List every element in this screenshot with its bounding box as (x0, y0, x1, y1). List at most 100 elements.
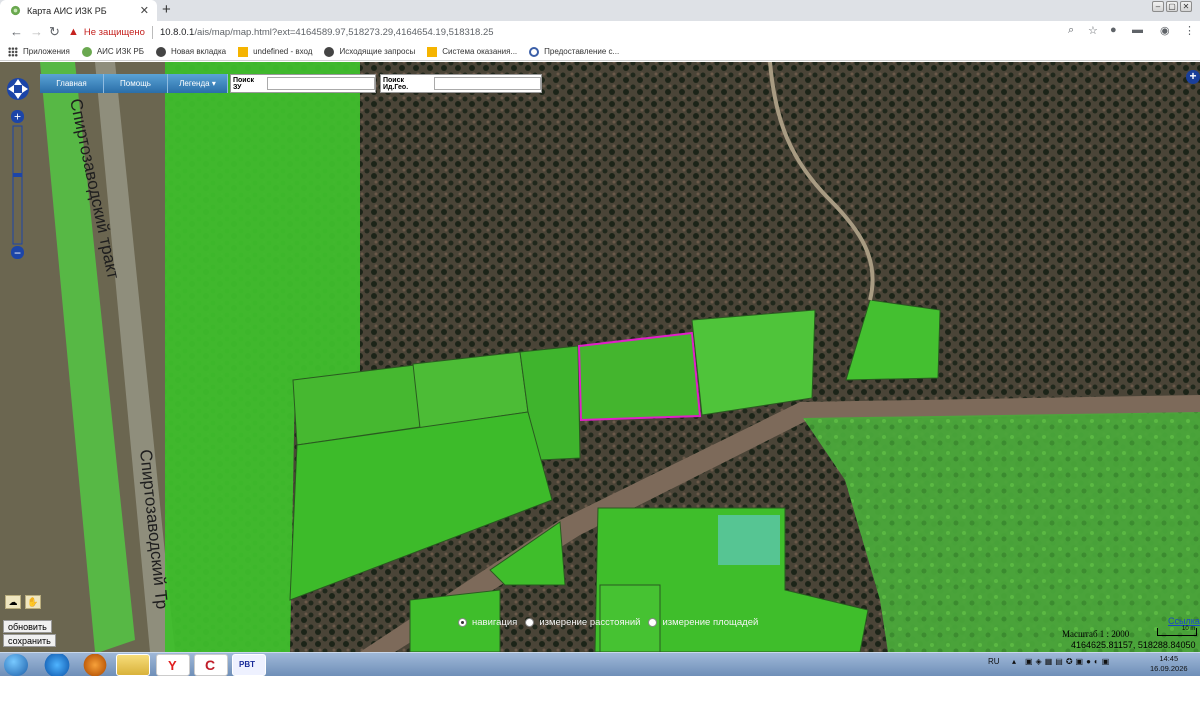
address-separator (151, 25, 153, 39)
bookmark-new-tab[interactable]: Новая вкладка (155, 46, 227, 57)
radio-navigation[interactable] (458, 618, 467, 627)
tab-title: Карта АИС ИЗК РБ (27, 5, 107, 16)
extension-2-icon[interactable]: ▬ (1132, 24, 1143, 36)
close-window-icon[interactable]: ✕ (1180, 1, 1192, 12)
bookmark-label: Исходящие запросы (339, 47, 416, 56)
ie-icon[interactable] (40, 654, 74, 676)
menu-legend-label: Легенда (179, 79, 210, 88)
cloud-tool-icon[interactable]: ☁ (5, 595, 21, 609)
radio-area[interactable] (648, 618, 658, 627)
bookmark-label: Новая вкладка (170, 47, 227, 56)
extension-icon[interactable]: ● (1110, 24, 1117, 36)
search-geo-input[interactable] (433, 77, 541, 90)
menu-dots-icon[interactable]: ⋮ (1184, 24, 1195, 37)
pond (718, 515, 780, 565)
hand-tool-icon[interactable]: ✋ (25, 595, 41, 609)
globe-icon (155, 46, 166, 57)
clock-time: 14:45 (1159, 654, 1179, 663)
insecure-label: Не защищено (83, 26, 145, 38)
c-app-icon[interactable]: C (194, 654, 228, 676)
bookmark-label: Предоставление с... (544, 47, 620, 56)
map-menu: Главная Помощь Легенда ▾ (40, 74, 228, 94)
menu-home[interactable]: Главная (40, 74, 104, 93)
search-zu-label: Поиск ЗУ (233, 76, 255, 91)
bookmark-outgoing[interactable]: Исходящие запросы (324, 46, 416, 57)
profile-icon[interactable]: ◉ (1160, 24, 1170, 37)
pan-zoom-control[interactable]: + − (5, 76, 31, 266)
clock-date: 16.09.2026 (1150, 664, 1188, 673)
mode-area-label: измерение площадей (662, 617, 759, 628)
mode-distance[interactable]: измерение расстояний (525, 617, 640, 628)
menu-help[interactable]: Помощь (104, 74, 168, 93)
language-indicator[interactable]: RU (988, 657, 1000, 666)
blank-area (0, 676, 1200, 702)
bookmark-apps[interactable]: Приложения (8, 46, 70, 57)
taskbar: Y C PBT RU ▴ ▣◈▦▤✪▣●◐▣ 14:45 16.09.2026 (0, 652, 1200, 676)
dropdown-arrow-icon: ▾ (211, 79, 216, 88)
tab-strip: Карта АИС ИЗК РБ ✕ + ‒ ▢ ✕ (0, 0, 1200, 21)
bookmark-label: undefined - вход (253, 47, 313, 56)
bookmark-label: Приложения (23, 47, 70, 56)
url-host: 10.8.0.1 (159, 26, 195, 38)
parcel[interactable] (691, 309, 816, 416)
scale-bar: 10 m (1157, 626, 1197, 636)
mode-navigation-label: навигация (472, 617, 518, 628)
zoom-slider-handle[interactable] (13, 173, 22, 177)
search-zu-input[interactable] (267, 77, 375, 90)
url-path: /ais/map/map.html?ext=4164589.97,518273.… (194, 26, 494, 38)
selected-parcel[interactable] (577, 331, 702, 422)
bookmark-label: АИС ИЗК РБ (96, 47, 144, 56)
measure-modes: навигация измерение расстояний измерение… (458, 617, 758, 628)
mode-distance-label: измерение расстояний (539, 617, 641, 628)
forward-arrow-icon[interactable]: → (30, 24, 43, 39)
expand-panel-icon[interactable]: + (1186, 70, 1200, 84)
apps-icon (8, 46, 18, 57)
folder-icon (238, 46, 249, 57)
zoom-icon[interactable]: ⌕ (1068, 24, 1074, 37)
gear-globe-icon (529, 46, 540, 57)
reload-icon[interactable]: ↻ (49, 24, 60, 40)
close-tab-icon[interactable]: ✕ (140, 4, 149, 17)
explorer-icon[interactable] (116, 654, 150, 676)
browser-toolbar: ← → ↻ ▲ Не защищено 10.8.0.1/ais/map/map… (0, 21, 1200, 43)
rbc-icon[interactable]: PBT (232, 654, 266, 676)
media-player-icon[interactable] (78, 654, 112, 676)
tray-arrow-icon[interactable]: ▴ (1012, 657, 1016, 666)
mode-area[interactable]: измерение площадей (648, 617, 758, 628)
new-tab-button[interactable]: + (162, 1, 171, 18)
save-button[interactable]: сохранить (3, 634, 56, 647)
search-geo: Поиск Ид.Гео. (380, 74, 542, 93)
link[interactable]: Ссылка (1168, 616, 1200, 626)
star-icon[interactable]: ☆ (1088, 24, 1098, 37)
svg-text:+: + (14, 110, 21, 124)
scale-bar-label: 10 m (1182, 626, 1196, 632)
bookmark-login[interactable]: undefined - вход (238, 46, 313, 57)
coordinates: 4164625.81157, 518288.84050 (1071, 640, 1196, 650)
clock[interactable]: 14:45 16.09.2026 (1150, 654, 1188, 674)
bookmark-system[interactable]: Система оказания... (427, 46, 518, 57)
bookmark-provision[interactable]: Предоставление с... (529, 46, 620, 57)
yandex-icon[interactable]: Y (156, 654, 190, 676)
svg-text:−: − (14, 246, 21, 260)
screen: Карта АИС ИЗК РБ ✕ + ‒ ▢ ✕ ← → ↻ ▲ Не за… (0, 0, 1200, 702)
maximize-icon[interactable]: ▢ (1166, 1, 1178, 12)
refresh-button[interactable]: обновить (3, 620, 52, 633)
search-zu: Поиск ЗУ (230, 74, 376, 93)
leaf-icon (10, 5, 21, 16)
map-tools: ☁ ✋ (5, 595, 41, 609)
address-bar[interactable]: ▲ Не защищено 10.8.0.1/ais/map/map.html?… (68, 23, 1108, 41)
bookmark-ais[interactable]: АИС ИЗК РБ (81, 46, 144, 57)
tray-icons[interactable]: ▣◈▦▤✪▣●◐▣ (1025, 657, 1112, 666)
back-arrow-icon[interactable]: ← (10, 24, 23, 39)
map-viewport[interactable]: Спиртозаводский тракт Спиртозаводский Тр (0, 62, 1200, 652)
warning-icon: ▲ (68, 26, 79, 38)
url-text: 10.8.0.1/ais/map/map.html?ext=4164589.97… (160, 27, 494, 38)
zoom-slider[interactable] (12, 125, 23, 245)
start-button[interactable] (4, 654, 28, 676)
minimize-icon[interactable]: ‒ (1152, 1, 1164, 12)
radio-distance[interactable] (525, 618, 535, 627)
mode-navigation[interactable]: навигация (458, 617, 517, 628)
browser-tab[interactable]: Карта АИС ИЗК РБ ✕ (0, 0, 157, 21)
menu-legend[interactable]: Легенда ▾ (168, 74, 228, 93)
bookmark-label: Система оказания... (442, 47, 518, 56)
